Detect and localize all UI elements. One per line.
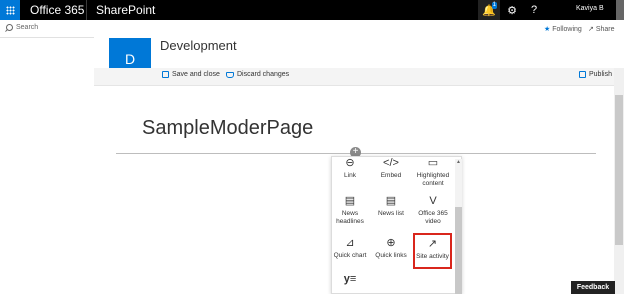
page-title[interactable]: SampleModerPage	[142, 117, 313, 140]
office-365-video-icon: V	[429, 195, 437, 207]
toolbox-item-news-list[interactable]: ▤ News list	[371, 194, 411, 218]
share-label: Share	[595, 26, 615, 33]
feedback-button[interactable]: Feedback	[571, 281, 615, 294]
notification-badge: 1	[491, 2, 497, 9]
waffle-icon	[6, 6, 15, 15]
page-scrollbar-thumb[interactable]	[615, 95, 623, 245]
toolbox-item-label: Office 365 video	[418, 210, 448, 225]
toolbox-item-quick-links[interactable]: ⊕ Quick links	[371, 236, 411, 260]
help-icon: ?	[530, 4, 538, 16]
highlighted-content-icon: ▭	[427, 157, 439, 169]
toolbox-item-embed[interactable]: </> Embed	[371, 156, 411, 180]
toolbox-item-yammer[interactable]: y≡	[330, 272, 370, 288]
toolbox-item-label: Quick chart	[333, 252, 367, 259]
help-button[interactable]: ?	[523, 0, 545, 20]
toolbox-item-label: Link	[344, 172, 356, 179]
publish-button[interactable]: Publish	[579, 71, 612, 78]
office365-brand[interactable]: Office 365	[30, 3, 84, 17]
toolbox-item-office-365-video[interactable]: V Office 365 video	[413, 194, 453, 226]
settings-button[interactable]: ⚙	[501, 0, 523, 20]
discard-label: Discard changes	[237, 71, 290, 78]
search-input[interactable]: Search	[16, 24, 38, 31]
news-headlines-icon: ▤	[344, 195, 356, 207]
suite-bar: Office 365 SharePoint 🔔 1 ⚙ ? Kaviya B	[0, 0, 624, 20]
star-icon: ★	[544, 26, 551, 33]
share-icon: ↗	[588, 26, 594, 33]
save-and-close-button[interactable]: Save and close	[162, 71, 220, 78]
suite-bar-divider	[86, 0, 87, 20]
link-icon: ⊖	[345, 157, 355, 169]
embed-icon: </>	[383, 157, 399, 169]
gear-icon: ⚙	[507, 4, 517, 17]
follow-button[interactable]: ★ Following	[544, 25, 582, 33]
app-launcher-button[interactable]	[0, 0, 20, 20]
toolbox-item-label: Highlighted content	[416, 172, 450, 187]
toolbox-item-news-headlines[interactable]: ▤ News headlines	[330, 194, 370, 226]
follow-label: Following	[552, 26, 582, 33]
toolbox-item-label: Site activity	[416, 253, 449, 260]
sharepoint-app-name[interactable]: SharePoint	[96, 3, 155, 17]
save-icon	[162, 71, 169, 78]
scroll-up-icon[interactable]: ▲	[456, 159, 461, 165]
yammer-icon: y≡	[343, 273, 357, 285]
publish-label: Publish	[589, 71, 612, 78]
publish-icon	[579, 71, 586, 78]
toolbox-item-quick-chart[interactable]: ⊿ Quick chart	[330, 236, 370, 260]
toolbox-item-site-activity[interactable]: ↗ Site activity	[413, 233, 452, 269]
toolbox-item-label: News headlines	[336, 210, 364, 225]
toolbox-item-link[interactable]: ⊖ Link	[330, 156, 370, 180]
toolbox-item-label: Embed	[380, 172, 402, 179]
search-icon	[6, 24, 13, 31]
left-nav-divider	[0, 37, 94, 38]
site-activity-icon: ↗	[427, 238, 438, 250]
search-box[interactable]: Search	[6, 24, 38, 31]
toolbox-item-highlighted-content[interactable]: ▭ Highlighted content	[413, 156, 453, 188]
toolbox-item-label: News list	[377, 210, 404, 217]
quick-chart-icon: ⊿	[345, 237, 355, 249]
save-label: Save and close	[172, 71, 220, 78]
quick-links-icon: ⊕	[386, 237, 396, 249]
user-name[interactable]: Kaviya B	[576, 5, 604, 12]
toolbox-item-label: Quick links	[375, 252, 407, 259]
discard-icon	[226, 71, 234, 78]
share-button[interactable]: ↗ Share	[588, 25, 615, 33]
news-list-icon: ▤	[385, 195, 397, 207]
site-title[interactable]: Development	[160, 38, 237, 53]
discard-changes-button[interactable]: Discard changes	[226, 71, 289, 78]
toolbox-scrollbar-thumb[interactable]	[455, 207, 462, 294]
notifications-button[interactable]: 🔔 1	[478, 0, 500, 20]
avatar[interactable]	[616, 0, 624, 20]
